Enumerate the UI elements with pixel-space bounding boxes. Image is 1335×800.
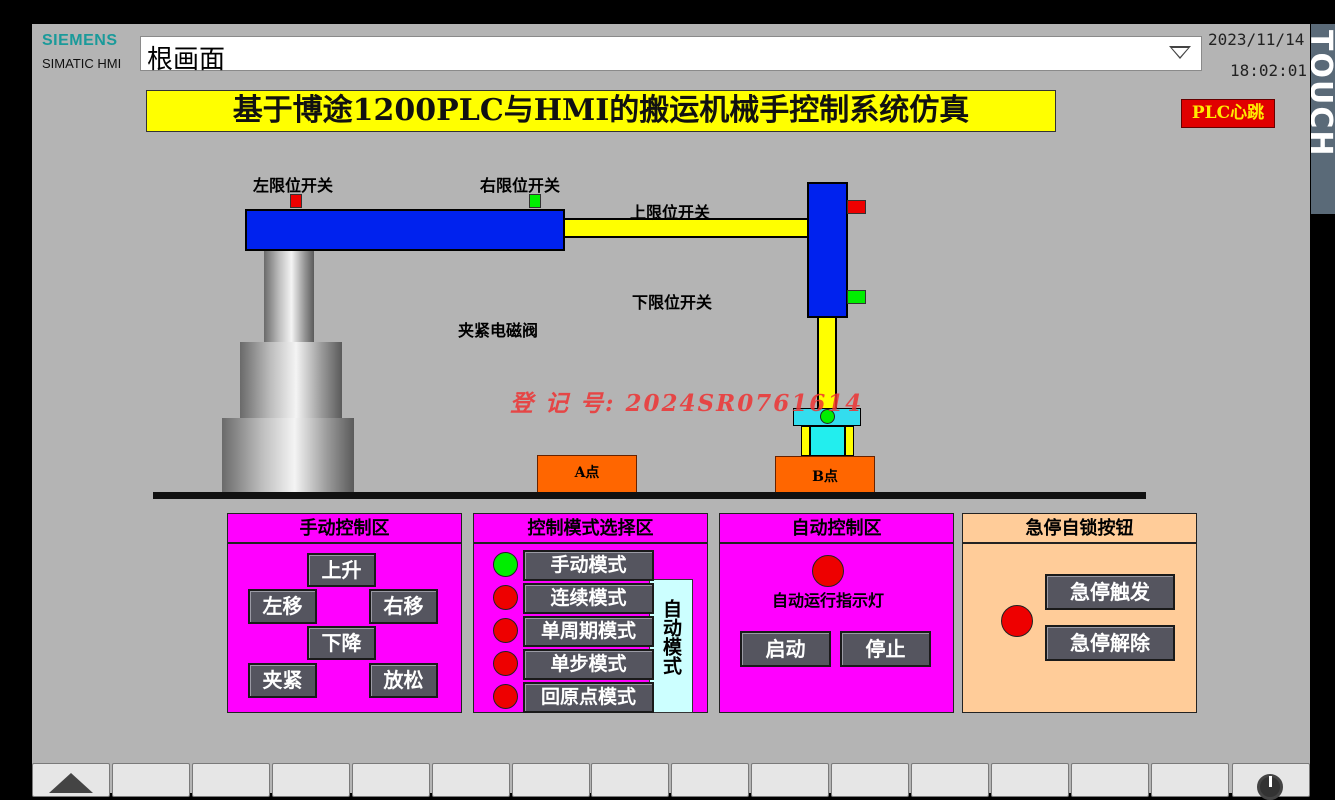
lower-limit-indicator (847, 290, 866, 304)
function-key-11[interactable] (911, 763, 989, 797)
estop-panel-title: 急停自锁按钮 (963, 514, 1196, 544)
move-down-button[interactable]: 下降 (307, 626, 376, 660)
function-key-10[interactable] (831, 763, 910, 797)
mode-button-4[interactable]: 回原点模式 (523, 682, 654, 713)
screen-name: 根画面 (147, 45, 226, 75)
function-key-5[interactable] (431, 763, 510, 797)
clamp-valve-label: 夹紧电磁阀 (458, 321, 539, 340)
date-display: 2023/11/14 (1208, 30, 1305, 49)
point-b-label: B点 (812, 469, 838, 485)
mode-button-1[interactable]: 连续模式 (523, 583, 654, 614)
function-key-7[interactable] (591, 763, 670, 797)
auto-panel-title: 自动控制区 (720, 514, 953, 544)
plc-heartbeat-indicator: PLC心跳 (1181, 99, 1275, 128)
robot-base-middle (240, 342, 342, 418)
function-key-9[interactable] (751, 763, 830, 797)
robot-base-bottom (222, 418, 354, 492)
mode-indicator-0 (493, 552, 518, 577)
function-key-14[interactable] (1150, 763, 1229, 797)
chevron-down-icon[interactable] (1169, 46, 1191, 59)
gripper-left-finger (801, 426, 810, 456)
estop-trigger-button[interactable]: 急停触发 (1045, 574, 1175, 610)
mode-indicator-3 (493, 651, 518, 676)
move-left-button[interactable]: 左移 (248, 589, 317, 624)
start-button[interactable]: 启动 (740, 631, 831, 667)
mode-button-2[interactable]: 单周期模式 (523, 616, 654, 647)
mode-indicator-1 (493, 585, 518, 610)
page-title: 基于博途1200PLC与HMI的搬运机械手控制系统仿真 (146, 90, 1056, 132)
function-key-4[interactable] (351, 763, 430, 797)
auto-control-panel: 自动控制区 自动运行指示灯 启动 停止 (719, 513, 954, 713)
move-up-button[interactable]: 上升 (307, 553, 376, 587)
left-limit-indicator (290, 194, 302, 208)
release-button[interactable]: 放松 (369, 663, 438, 698)
mode-selection-panel: 控制模式选择区 自动模式 手动模式 连续模式 单周期模式 单步模式 回原点模式 (473, 513, 708, 713)
home-arrow-icon (49, 773, 93, 793)
estop-indicator (1001, 605, 1033, 637)
upper-limit-indicator (847, 200, 866, 214)
function-key-3[interactable] (271, 763, 350, 797)
robot-base-column (264, 250, 314, 342)
function-key-12[interactable] (990, 763, 1069, 797)
function-key-6[interactable] (511, 763, 590, 797)
mode-panel-title: 控制模式选择区 (474, 514, 707, 544)
point-a-station: A点 (537, 455, 637, 493)
home-key[interactable] (32, 763, 110, 797)
floor-line (153, 492, 1146, 499)
manual-panel-title: 手动控制区 (228, 514, 461, 544)
estop-panel: 急停自锁按钮 急停触发 急停解除 (962, 513, 1197, 713)
horizontal-arm-cylinder (245, 209, 565, 251)
auto-mode-label: 自动模式 (660, 599, 682, 675)
manual-control-panel: 手动控制区 上升 左移 右移 下降 夹紧 放松 (227, 513, 462, 713)
point-b-station: B点 (775, 456, 875, 493)
point-a-label: A点 (574, 465, 600, 481)
upper-limit-label: 上限位开关 (630, 203, 711, 222)
gripped-workpiece (810, 426, 845, 456)
clamp-button[interactable]: 夹紧 (248, 663, 317, 698)
mode-indicator-2 (493, 618, 518, 643)
power-key[interactable] (1232, 763, 1310, 800)
stop-button[interactable]: 停止 (840, 631, 931, 667)
time-display: 18:02:01 (1230, 61, 1308, 80)
mode-button-3[interactable]: 单步模式 (523, 649, 654, 680)
simatic-hmi-label: SIMATIC HMI (42, 56, 122, 71)
function-key-2[interactable] (191, 763, 270, 797)
mode-button-0[interactable]: 手动模式 (523, 550, 654, 581)
siemens-logo: SIEMENS (42, 32, 118, 49)
auto-run-indicator-label: 自动运行指示灯 (772, 591, 885, 610)
right-limit-indicator (529, 194, 541, 208)
function-key-8[interactable] (671, 763, 750, 797)
left-limit-label: 左限位开关 (253, 176, 334, 195)
function-key-1[interactable] (112, 763, 190, 797)
right-limit-label: 右限位开关 (480, 176, 561, 195)
estop-release-button[interactable]: 急停解除 (1045, 625, 1175, 661)
function-key-13[interactable] (1070, 763, 1149, 797)
screen-selector[interactable]: 根画面 (140, 36, 1202, 75)
mode-indicator-4 (493, 684, 518, 709)
edge-label: TOUCH (1311, 24, 1335, 214)
auto-run-indicator (812, 555, 844, 587)
registration-watermark: 登 记 号: 2024SR0761614 (510, 390, 864, 417)
vertical-arm-cylinder (807, 182, 848, 318)
gripper-right-finger (845, 426, 854, 456)
move-right-button[interactable]: 右移 (369, 589, 438, 624)
lower-limit-label: 下限位开关 (632, 293, 713, 312)
